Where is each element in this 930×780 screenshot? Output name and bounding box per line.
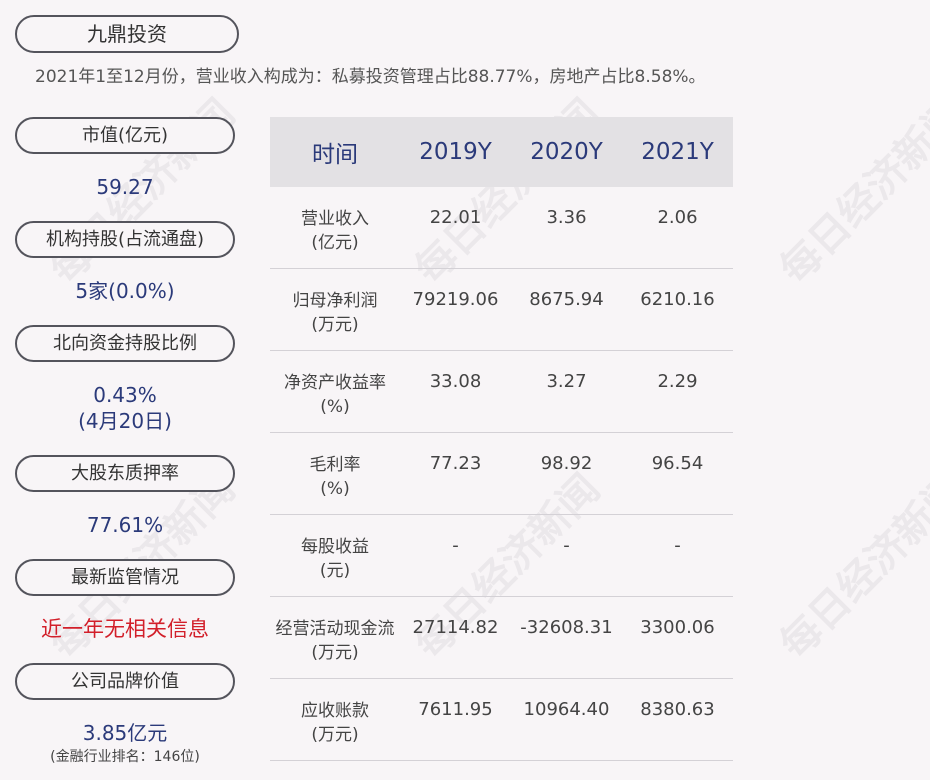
pledge-label: 大股东质押率 xyxy=(15,455,235,492)
row-unit: (亿元) xyxy=(311,233,359,253)
row-label: 归母净利润 xyxy=(292,291,378,311)
market-cap-label: 市值(亿元) xyxy=(15,117,235,154)
cell-2021: 2.06 xyxy=(657,207,698,228)
brand-value-label: 公司品牌价值 xyxy=(15,663,235,700)
cell-2019: 79219.06 xyxy=(412,289,499,310)
cell-2019: 7611.95 xyxy=(418,699,493,720)
table-row: 应收账款 (万元) 7611.95 10964.40 8380.63 xyxy=(270,679,733,761)
cell-2019: 77.23 xyxy=(429,453,482,474)
cell-2019: 27114.82 xyxy=(412,617,499,638)
cell-2019: 22.01 xyxy=(429,207,482,228)
header-2021: 2021Y xyxy=(641,139,714,165)
row-unit: (元) xyxy=(319,561,351,581)
header-time: 时间 xyxy=(312,142,358,168)
brand-rank: (金融行业排名：146位) xyxy=(50,749,200,765)
northbound-label: 北向资金持股比例 xyxy=(15,325,235,362)
cell-2021: 6210.16 xyxy=(640,289,715,310)
cell-2021: 96.54 xyxy=(651,453,704,474)
cell-2020: -32608.31 xyxy=(520,617,613,638)
pledge-value: 77.61% xyxy=(86,513,164,537)
row-label: 每股收益 xyxy=(301,537,369,557)
institution-holding-value: 5家(0.0%) xyxy=(75,279,175,303)
cell-2019: 33.08 xyxy=(429,371,482,392)
watermark: 每日经济新闻 xyxy=(771,465,930,668)
financial-table: 时间 2019Y 2020Y 2021Y 营业收入 (亿元) 22.01 3.36… xyxy=(270,117,733,761)
row-label: 毛利率 xyxy=(309,455,361,475)
cell-2021: - xyxy=(674,535,681,556)
row-unit: (万元) xyxy=(311,643,359,663)
row-label: 经营活动现金流 xyxy=(275,619,395,639)
row-unit: (万元) xyxy=(311,315,359,335)
row-unit: (%) xyxy=(320,397,350,417)
revenue-summary: 2021年1至12月份，营业收入构成为：私募投资管理占比88.77%，房地产占比… xyxy=(35,67,706,87)
cell-2020: 98.92 xyxy=(540,453,593,474)
header-2019: 2019Y xyxy=(419,139,492,165)
northbound-value: 0.43% xyxy=(93,383,157,407)
table-row: 经营活动现金流 (万元) 27114.82 -32608.31 3300.06 xyxy=(270,597,733,679)
watermark: 每日经济新闻 xyxy=(771,90,930,293)
cell-2020: - xyxy=(563,535,570,556)
northbound-date: (4月20日) xyxy=(78,409,172,433)
cell-2021: 8380.63 xyxy=(640,699,715,720)
row-label: 营业收入 xyxy=(301,209,369,229)
cell-2021: 3300.06 xyxy=(640,617,715,638)
regulation-label: 最新监管情况 xyxy=(15,559,235,596)
row-label: 净资产收益率 xyxy=(284,373,386,393)
regulation-value: 近一年无相关信息 xyxy=(41,617,209,641)
table-header: 时间 2019Y 2020Y 2021Y xyxy=(270,117,733,187)
cell-2019: - xyxy=(452,535,459,556)
cell-2021: 2.29 xyxy=(657,371,698,392)
institution-holding-label: 机构持股(占流通盘) xyxy=(15,221,235,258)
row-unit: (万元) xyxy=(311,725,359,745)
cell-2020: 8675.94 xyxy=(529,289,604,310)
cell-2020: 10964.40 xyxy=(523,699,610,720)
table-row: 归母净利润 (万元) 79219.06 8675.94 6210.16 xyxy=(270,269,733,351)
row-unit: (%) xyxy=(320,479,350,499)
market-cap-value: 59.27 xyxy=(96,175,154,199)
table-row: 营业收入 (亿元) 22.01 3.36 2.06 xyxy=(270,187,733,269)
table-row: 每股收益 (元) - - - xyxy=(270,515,733,597)
brand-value: 3.85亿元 xyxy=(82,721,168,745)
row-label: 应收账款 xyxy=(301,701,369,721)
cell-2020: 3.27 xyxy=(546,371,587,392)
table-row: 毛利率 (%) 77.23 98.92 96.54 xyxy=(270,433,733,515)
table-row: 净资产收益率 (%) 33.08 3.27 2.29 xyxy=(270,351,733,433)
header-2020: 2020Y xyxy=(530,139,603,165)
cell-2020: 3.36 xyxy=(546,207,587,228)
company-name: 九鼎投资 xyxy=(15,15,239,53)
